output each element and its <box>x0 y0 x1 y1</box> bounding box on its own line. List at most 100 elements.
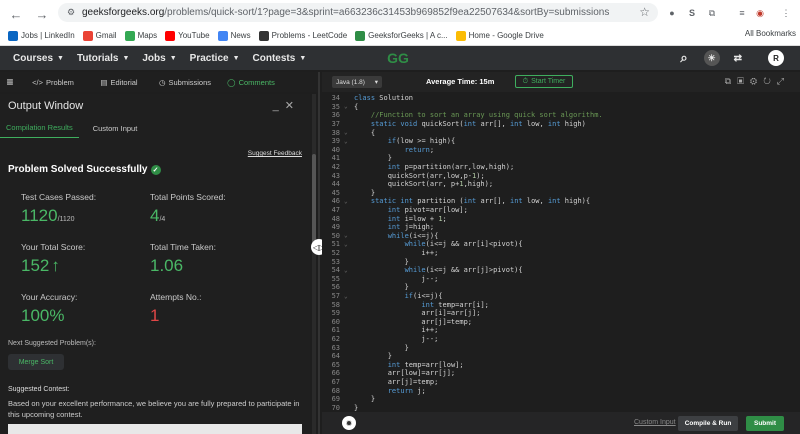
code-line[interactable]: 46 ⌄ static int partition (int arr[], int… <box>322 197 800 206</box>
code-line[interactable]: 57 ⌄ if(i<=j){ <box>322 292 800 301</box>
fold-icon[interactable]: ⌄ <box>344 293 354 300</box>
media-icon[interactable]: ≡ <box>734 5 750 21</box>
code-line[interactable]: 45 } <box>322 189 800 198</box>
tab-comments[interactable]: ◯ Comments <box>218 78 284 87</box>
compile-run-button[interactable]: Compile & Run <box>678 416 738 431</box>
contest-card[interactable] <box>8 424 302 434</box>
code-line[interactable]: 39 ⌄ if(low >= high){ <box>322 137 800 146</box>
forward-icon[interactable]: → <box>32 4 52 24</box>
code-line[interactable]: 50 ⌄ while(i<=j){ <box>322 232 800 241</box>
code-line[interactable]: 38 ⌄ { <box>322 128 800 137</box>
output-scrollbar[interactable] <box>312 94 316 434</box>
code-line[interactable]: 61 i++; <box>322 326 800 335</box>
tab-submissions[interactable]: ◷ Submissions <box>152 78 218 87</box>
fold-icon[interactable]: ⌄ <box>344 241 354 248</box>
code-line[interactable]: 41 } <box>322 154 800 163</box>
bookmark-youtube[interactable]: YouTube <box>165 30 210 41</box>
code-line[interactable]: 37 static void quickSort(int arr[], int … <box>322 120 800 129</box>
nav-courses[interactable]: Courses ▼ <box>13 53 64 64</box>
code-line[interactable]: 43 quickSort(arr,low,p-1); <box>322 171 800 180</box>
code-line[interactable]: 65 int temp=arr[low]; <box>322 361 800 370</box>
code-line[interactable]: 67 arr[j]=temp; <box>322 378 800 387</box>
lightbulb-icon[interactable]: ✹ <box>342 416 356 430</box>
bookmark-star-icon[interactable]: ☆ <box>639 5 650 19</box>
code-line[interactable]: 56 } <box>322 283 800 292</box>
code-line[interactable]: 49 int j=high; <box>322 223 800 232</box>
bookmark-news[interactable]: News <box>217 30 251 41</box>
nav-jobs[interactable]: Jobs ▼ <box>142 53 176 64</box>
submit-button[interactable]: Submit <box>746 416 784 431</box>
code-line[interactable]: 58 int temp=arr[i]; <box>322 300 800 309</box>
bookmark-linkedin[interactable]: Jobs | LinkedIn <box>8 30 75 41</box>
code-line[interactable]: 53 } <box>322 257 800 266</box>
nav-practice[interactable]: Practice ▼ <box>190 53 240 64</box>
address-bar[interactable]: ⚙ geeksforgeeks.org/problems/quick-sort/… <box>58 3 658 22</box>
code-line[interactable]: 55 j--; <box>322 275 800 284</box>
bookmark-gfg[interactable]: GeeksforGeeks | A c... <box>355 30 448 41</box>
fold-icon[interactable]: ⌄ <box>344 129 354 136</box>
suggest-feedback-link[interactable]: Suggest Feedback <box>248 150 302 157</box>
code-line[interactable]: 68 return j; <box>322 386 800 395</box>
code-line[interactable]: 34 class Solution <box>322 94 800 103</box>
code-editor[interactable]: 34 class Solution 35 ⌄{36 //Function to sor… <box>322 92 800 420</box>
tab-problem[interactable]: </> Problem <box>20 78 86 87</box>
code-line[interactable]: 51 ⌄ while(i<=j && arr[i]<pivot){ <box>322 240 800 249</box>
translate-icon[interactable]: ⇄ <box>734 53 742 64</box>
start-timer-button[interactable]: ⏱ Start Timer <box>515 75 573 88</box>
settings-icon[interactable]: ⚙ <box>750 76 763 86</box>
fold-icon[interactable]: ⌄ <box>344 232 354 239</box>
custom-input-link[interactable]: Custom Input <box>634 419 676 426</box>
next-problem-button[interactable]: Merge Sort <box>8 354 64 370</box>
code-line[interactable]: 70} <box>322 404 800 413</box>
puzzle-icon[interactable]: ⧉ <box>704 5 720 21</box>
code-line[interactable]: 63 } <box>322 343 800 352</box>
search-icon[interactable]: ⌕ <box>680 50 687 66</box>
reset-icon[interactable]: ↻ <box>763 76 777 86</box>
code-line[interactable]: 60 arr[j]=temp; <box>322 318 800 327</box>
site-info-icon[interactable]: ⚙ <box>64 6 78 20</box>
bookmark-maps[interactable]: Maps <box>124 30 157 41</box>
hamburger-icon[interactable]: ≡ <box>0 75 20 89</box>
browser-menu-icon[interactable]: ⋮ <box>778 5 794 21</box>
tab-custom-input[interactable]: Custom Input <box>87 124 144 133</box>
extension-s-icon[interactable]: S <box>684 5 700 21</box>
extension-icon[interactable]: ● <box>664 5 680 21</box>
code-line[interactable]: 40 return; <box>322 146 800 155</box>
scrollbar-thumb[interactable] <box>312 154 316 244</box>
fold-icon[interactable]: ⌄ <box>344 267 354 274</box>
tab-editorial[interactable]: ▤ Editorial <box>86 78 152 87</box>
fold-icon[interactable]: ⌄ <box>344 103 354 110</box>
code-line[interactable]: 62 j--; <box>322 335 800 344</box>
code-line[interactable]: 64 } <box>322 352 800 361</box>
fold-icon[interactable]: ⌄ <box>344 198 354 205</box>
fold-icon[interactable]: ⌄ <box>344 138 354 145</box>
code-line[interactable]: 35 ⌄{ <box>322 103 800 112</box>
bookmark-drive[interactable]: Home - Google Drive <box>455 30 544 41</box>
avatar[interactable]: R <box>768 50 784 66</box>
nav-tutorials[interactable]: Tutorials ▼ <box>77 53 129 64</box>
language-select[interactable]: Java (1.8) ▾ <box>332 76 382 88</box>
gfg-logo[interactable]: GG <box>378 49 418 67</box>
code-line[interactable]: 36 //Function to sort an array using qui… <box>322 111 800 120</box>
bookmark-leetcode[interactable]: Problems - LeetCode <box>258 30 347 41</box>
code-line[interactable]: 59 arr[i]=arr[j]; <box>322 309 800 318</box>
theme-toggle-icon[interactable]: ☀ <box>703 50 720 66</box>
code-line[interactable]: 48 int i=low + 1; <box>322 214 800 223</box>
minimize-icon[interactable]: _ <box>273 100 285 112</box>
tab-compilation-results[interactable]: Compilation Results <box>0 118 79 138</box>
code-line[interactable]: 52 i++; <box>322 249 800 258</box>
code-line[interactable]: 47 int pivot=arr[low]; <box>322 206 800 215</box>
close-icon[interactable]: ✕ <box>285 100 300 112</box>
bookmark-gmail[interactable]: Gmail <box>82 30 117 41</box>
nav-contests[interactable]: Contests ▼ <box>253 53 307 64</box>
code-line[interactable]: 69 } <box>322 395 800 404</box>
profile-icon[interactable]: ◉ <box>752 5 768 21</box>
fullscreen-icon[interactable]: ⤢ <box>777 76 790 86</box>
split-icon[interactable]: ▣ <box>737 76 750 86</box>
all-bookmarks[interactable]: All Bookmarks <box>745 29 796 38</box>
code-line[interactable]: 42 int p=partition(arr,low,high); <box>322 163 800 172</box>
code-line[interactable]: 66 arr[low]=arr[j]; <box>322 369 800 378</box>
code-line[interactable]: 44 quickSort(arr, p+1,high); <box>322 180 800 189</box>
code-line[interactable]: 54 ⌄ while(i<=j && arr[j]>pivot){ <box>322 266 800 275</box>
copy-icon[interactable]: ⧉ <box>725 76 737 86</box>
